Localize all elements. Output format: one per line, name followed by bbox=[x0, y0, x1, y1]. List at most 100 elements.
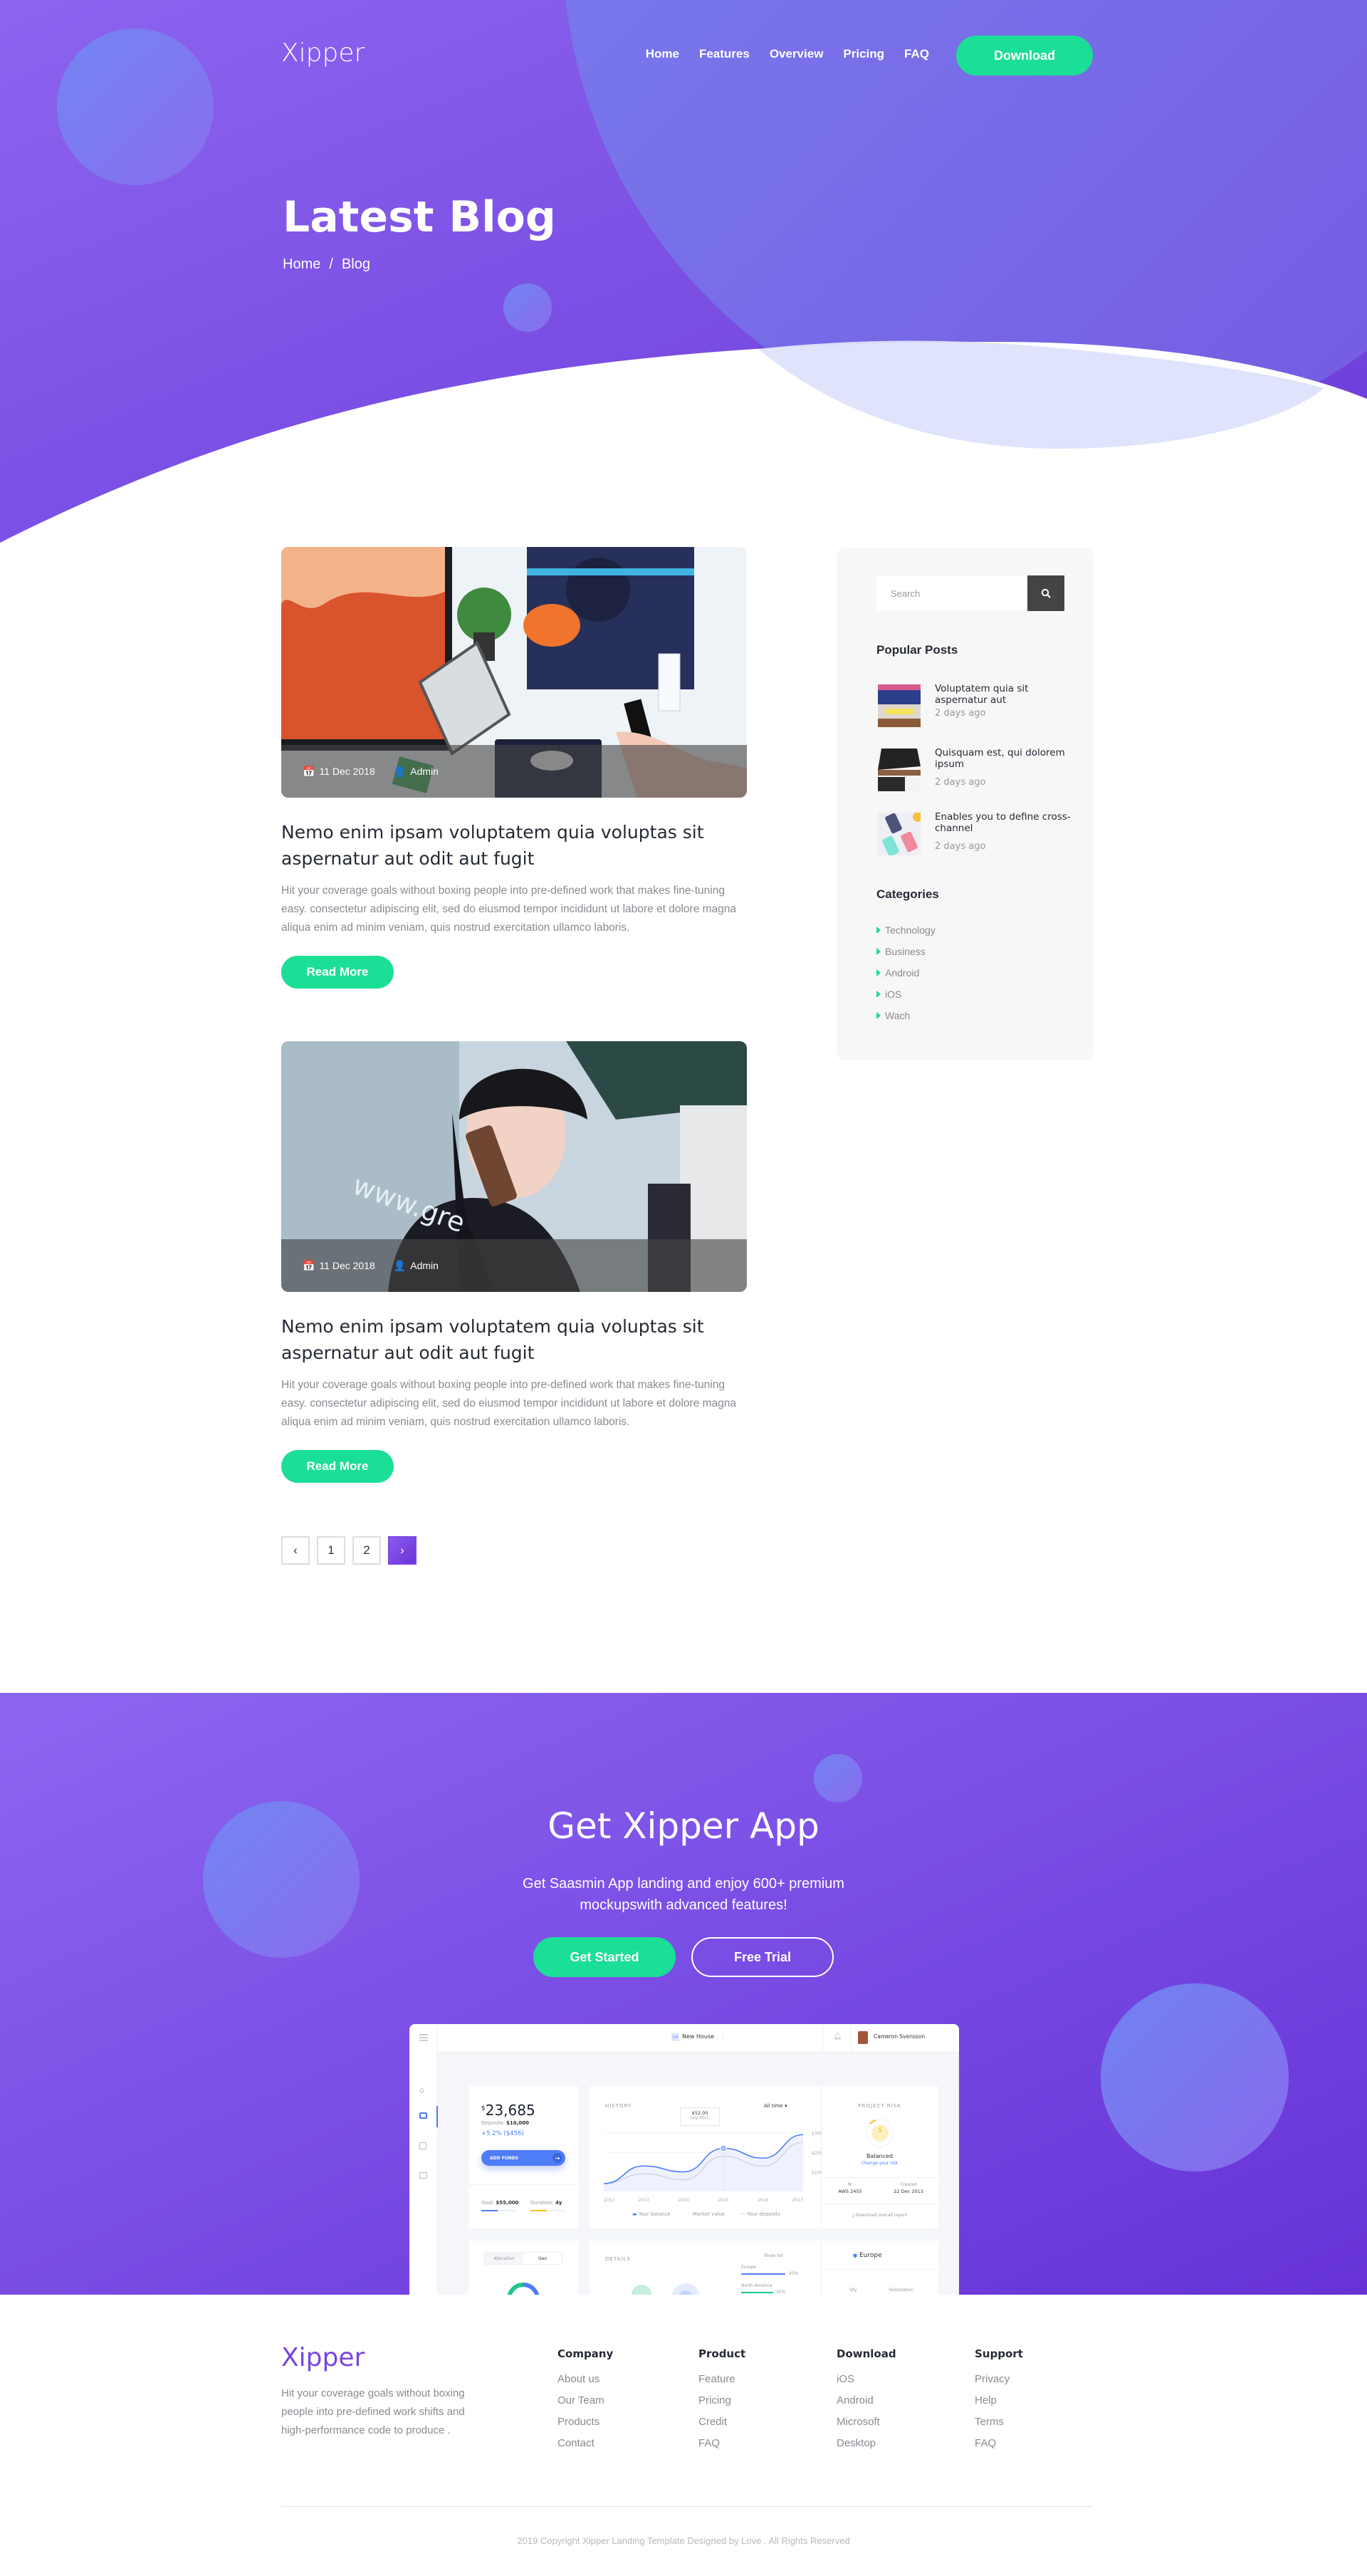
popular-post-thumbnail bbox=[878, 684, 921, 727]
search-button[interactable] bbox=[1027, 575, 1064, 611]
balance-amount: 23,685 bbox=[485, 2102, 535, 2119]
category-label: Business bbox=[885, 946, 926, 957]
read-more-button[interactable]: Read More bbox=[281, 956, 394, 989]
post-image[interactable]: www.gre 📅 11 Dec 2018 👤 Admin bbox=[281, 1041, 747, 1292]
breadcrumb-separator: / bbox=[329, 256, 333, 272]
footer-link[interactable]: Contact bbox=[557, 2433, 613, 2454]
user-avatar[interactable] bbox=[858, 2031, 868, 2044]
popular-post-title: Enables you to define cross-channel bbox=[935, 811, 1071, 834]
pagination-next[interactable]: › bbox=[388, 1536, 417, 1565]
footer-link[interactable]: Help bbox=[975, 2390, 1023, 2411]
caret-right-icon bbox=[876, 1012, 881, 1019]
category-business[interactable]: Business bbox=[876, 946, 926, 957]
nav-faq[interactable]: FAQ bbox=[904, 47, 929, 61]
category-technology[interactable]: Technology bbox=[876, 924, 936, 936]
category-ios[interactable]: iOS bbox=[876, 989, 901, 1000]
category-wach[interactable]: Wach bbox=[876, 1010, 910, 1021]
footer-link[interactable]: About us bbox=[557, 2369, 613, 2390]
show-list-link[interactable]: Show list bbox=[764, 2253, 783, 2258]
footer-link[interactable]: FAQ bbox=[975, 2433, 1023, 2454]
category-label: Technology bbox=[885, 924, 936, 936]
popular-post-item[interactable]: Enables you to define cross-channel 2 da… bbox=[878, 811, 1084, 857]
footer-link[interactable]: Pricing bbox=[698, 2390, 745, 2411]
popular-post-time: 2 days ago bbox=[935, 777, 986, 788]
dashboard-topbar: CA New House ⋮⋮ 🔔︎ Cameron Svensson bbox=[438, 2024, 959, 2053]
footer-column-download: Download iOS Android Microsoft Desktop bbox=[837, 2347, 896, 2454]
created-label: Created bbox=[900, 2182, 917, 2187]
x-tick-label: 2016 bbox=[758, 2198, 768, 2203]
allocation-tabs: Allocation Geo bbox=[484, 2252, 562, 2265]
sidebar: Search Popular Posts Voluptatem quia sit… bbox=[837, 548, 1093, 1060]
logo[interactable]: Xipper bbox=[281, 38, 365, 68]
world-map bbox=[632, 2283, 700, 2295]
allocation-card: Allocation Geo bbox=[468, 2241, 578, 2295]
footer-link[interactable]: Privacy bbox=[975, 2369, 1023, 2390]
apps-grid-icon[interactable]: ⋮⋮ bbox=[714, 2034, 726, 2040]
pagination-prev[interactable]: ‹ bbox=[281, 1536, 310, 1565]
risk-name: Balanced bbox=[866, 2153, 893, 2159]
search-input[interactable]: Search bbox=[876, 575, 1027, 611]
calendar-icon: 📅 bbox=[303, 1259, 315, 1271]
nav-overview[interactable]: Overview bbox=[770, 47, 824, 61]
post-date: 11 Dec 2018 bbox=[319, 766, 375, 777]
nr-value: AWS 2455 bbox=[838, 2189, 862, 2194]
footer-link[interactable]: Terms bbox=[975, 2411, 1023, 2433]
pagination-page-1[interactable]: 1 bbox=[317, 1536, 345, 1565]
hero-background bbox=[0, 0, 1367, 556]
category-label: iOS bbox=[885, 989, 902, 1000]
get-started-button[interactable]: Get Started bbox=[533, 1937, 676, 1977]
footer-link[interactable]: Feature bbox=[698, 2369, 745, 2390]
bell-icon[interactable]: 🔔︎ bbox=[833, 2033, 842, 2040]
download-report-link[interactable]: ⤓ Download overall report bbox=[821, 2213, 938, 2218]
workspace-name[interactable]: New House bbox=[682, 2033, 714, 2040]
duration-label: Duration: bbox=[530, 2200, 554, 2206]
post-author[interactable]: Admin bbox=[410, 766, 439, 777]
duration-progress-fill bbox=[530, 2210, 547, 2211]
tooltip-value: $52,00 bbox=[691, 2110, 708, 2116]
read-more-button[interactable]: Read More bbox=[281, 1450, 394, 1483]
post-image[interactable]: 📅 11 Dec 2018 👤 Admin bbox=[281, 547, 747, 798]
pagination-page-2[interactable]: 2 bbox=[352, 1536, 381, 1565]
qty-label: Qty bbox=[849, 2288, 857, 2293]
change-risk-link[interactable]: Change your risk bbox=[821, 2161, 938, 2166]
blog-post: 📅 11 Dec 2018 👤 Admin Nemo enim ipsam volu… bbox=[281, 547, 747, 989]
footer-link[interactable]: FAQ bbox=[698, 2433, 745, 2454]
free-trial-button[interactable]: Free Trial bbox=[691, 1937, 834, 1977]
caret-right-icon bbox=[876, 969, 881, 976]
footer-link[interactable]: Desktop bbox=[837, 2433, 896, 2454]
history-chart: $10k$20k$30k2012 2013 2014 2015 2016 2017 bbox=[604, 2132, 822, 2203]
popular-post-time: 2 days ago bbox=[935, 841, 986, 852]
nav-home[interactable]: Home bbox=[646, 47, 679, 61]
footer-logo[interactable]: Xipper bbox=[281, 2343, 365, 2372]
footer-link[interactable]: Android bbox=[837, 2390, 896, 2411]
tab-geo[interactable]: Geo bbox=[523, 2253, 562, 2264]
user-name[interactable]: Cameron Svensson bbox=[874, 2033, 925, 2040]
dashboard-sidebar: ⌂ bbox=[409, 2024, 438, 2295]
region-europe-bar bbox=[741, 2273, 785, 2275]
add-funds-button[interactable]: ADD FUNDS → bbox=[481, 2150, 565, 2166]
breadcrumb-home[interactable]: Home bbox=[283, 256, 320, 273]
popular-post-item[interactable]: Quisquam est, qui dolorem ipsum 2 days a… bbox=[878, 747, 1084, 793]
footer-link[interactable]: Microsoft bbox=[837, 2411, 896, 2433]
created-value: 22 Dec 2013 bbox=[894, 2189, 923, 2194]
nav-features[interactable]: Features bbox=[699, 47, 750, 61]
nav-pricing[interactable]: Pricing bbox=[843, 47, 884, 61]
popular-post-item[interactable]: Voluptatem quia sit aspernatur aut 2 day… bbox=[878, 683, 1084, 729]
popular-post-thumbnail bbox=[878, 749, 921, 791]
details-card: DETAILS Show list Europe 45% North Ameri… bbox=[590, 2241, 938, 2295]
post-excerpt: Hit your coverage goals without boxing p… bbox=[281, 1379, 737, 1428]
tab-allocation[interactable]: Allocation bbox=[485, 2253, 523, 2264]
post-author[interactable]: Admin bbox=[410, 1260, 439, 1271]
post-title[interactable]: Nemo enim ipsam voluptatem quia voluptas… bbox=[281, 819, 747, 872]
goal-label: Goal: bbox=[481, 2200, 495, 2206]
footer-link[interactable]: Credit bbox=[698, 2411, 745, 2433]
footer-heading: Product bbox=[698, 2347, 746, 2360]
post-meta: 📅 11 Dec 2018 👤 Admin bbox=[281, 745, 747, 798]
download-button[interactable]: Download bbox=[956, 36, 1093, 75]
category-android[interactable]: Android bbox=[876, 967, 919, 979]
footer-link[interactable]: Products bbox=[557, 2411, 613, 2433]
post-title[interactable]: Nemo enim ipsam voluptatem quia voluptas… bbox=[281, 1313, 747, 1366]
footer-link[interactable]: Our Team bbox=[557, 2390, 613, 2411]
risk-label: PROJECT RISK bbox=[858, 2103, 901, 2109]
footer-link[interactable]: iOS bbox=[837, 2369, 896, 2390]
